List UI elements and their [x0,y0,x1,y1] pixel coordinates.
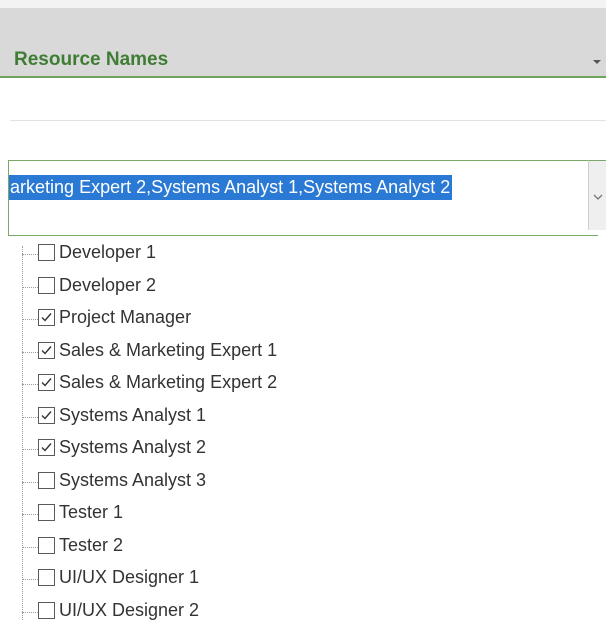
filter-list-item[interactable]: Project Manager [22,305,402,335]
filter-item-label: Tester 2 [59,534,124,555]
tree-connector [22,579,38,580]
selected-cell-text[interactable]: Sales & Marketing Expert 2,Systems Analy… [9,175,453,200]
tree-connector [22,546,38,548]
filter-item-label: UI/UX Designer 1 [59,567,200,587]
tree-connector [22,416,38,418]
filter-item-label: Systems Analyst 1 [59,404,207,425]
filter-item-label: Developer 1 [59,242,157,262]
cell-editor[interactable]: Sales & Marketing Expert 2,Systems Analy… [8,160,598,236]
filter-item-label: Systems Analyst 3 [59,469,207,490]
top-strip [0,0,606,8]
checkbox-checked[interactable] [38,309,55,326]
checkbox-unchecked[interactable] [38,601,55,619]
checkbox-unchecked[interactable] [38,471,55,489]
filter-item-label: Project Manager [59,307,192,327]
checkbox-checked[interactable] [38,406,55,424]
tree-connector [22,254,38,255]
filter-list-item[interactable]: Systems Analyst 1 [22,403,402,433]
blank-row[interactable] [10,121,606,159]
chevron-down-icon [593,194,603,200]
checkmark-icon [41,443,52,452]
checkbox-unchecked[interactable] [38,569,55,586]
checkmark-icon [41,313,52,322]
blank-row[interactable] [10,80,606,121]
filter-list-item[interactable]: Tester 1 [22,500,402,530]
filter-list-item[interactable]: Sales & Marketing Expert 2 [22,370,402,400]
tree-connector [22,481,38,483]
column-header-title: Resource Names [14,49,169,70]
checkbox-unchecked[interactable] [38,504,55,521]
checkbox-checked[interactable] [38,374,55,391]
filter-tree: Developer 1 Developer 2 Project Manager Sal… [22,240,422,630]
filter-list-item[interactable]: Systems Analyst 3 [22,468,402,498]
filter-list-item[interactable]: UI/UX Designer 1 [22,565,402,595]
filter-list-item[interactable]: Developer 2 [22,273,402,303]
checkbox-unchecked[interactable] [38,244,55,261]
filter-item-label: Developer 2 [59,274,157,295]
checkbox-checked[interactable] [38,341,55,359]
checkbox-checked[interactable] [38,439,55,456]
tree-connector [22,286,38,288]
tree-connector [22,611,38,613]
dropdown-arrow-icon[interactable] [590,55,604,69]
filter-item-label: Sales & Marketing Expert 2 [59,372,278,392]
checkmark-icon [41,410,52,420]
cell-dropdown-button[interactable] [588,160,606,230]
filter-item-label: UI/UX Designer 2 [59,599,200,620]
checkbox-unchecked[interactable] [38,276,55,294]
tree-connector [22,449,38,450]
tree-connector [22,384,38,385]
checkbox-unchecked[interactable] [38,536,55,554]
filter-list-item[interactable]: UI/UX Designer 2 [22,598,402,628]
column-header[interactable]: Resource Names [0,8,606,78]
filter-list-item[interactable]: Sales & Marketing Expert 1 [22,338,402,368]
checkmark-icon [41,345,52,355]
filter-item-label: Tester 1 [59,502,124,522]
filter-item-label: Sales & Marketing Expert 1 [59,339,278,360]
tree-connector [22,514,38,515]
filter-list-item[interactable]: Tester 2 [22,533,402,563]
filter-item-label: Systems Analyst 2 [59,437,207,457]
tree-connector [22,351,38,353]
tree-connector [22,319,38,320]
filter-list-item[interactable]: Systems Analyst 2 [22,435,402,465]
checkmark-icon [41,378,52,387]
filter-list-item[interactable]: Developer 1 [22,240,402,270]
